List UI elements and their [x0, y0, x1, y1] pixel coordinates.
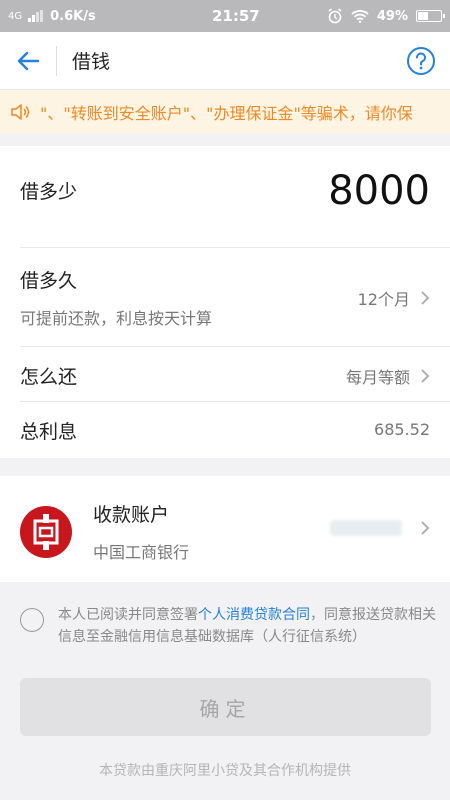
account-info: 收款账户 中国工商银行 — [93, 500, 189, 563]
signal-icon — [28, 10, 44, 22]
loan-contract-link[interactable]: 个人消费贷款合同 — [198, 607, 310, 623]
battery-icon — [416, 10, 445, 22]
agreement-pre: 本人已阅读并同意签署 — [58, 607, 198, 623]
nav-bar: 借钱 — [0, 32, 450, 90]
loan-amount[interactable]: 8000 — [328, 168, 430, 214]
back-arrow-icon — [17, 51, 39, 70]
status-bar: 4G 0.6K/s 21:57 49% — [0, 0, 450, 32]
confirm-button[interactable]: 确定 — [20, 678, 431, 736]
repay-label: 怎么还 — [20, 366, 78, 388]
chevron-right-icon — [421, 521, 430, 535]
provider-footer: 本贷款由重庆阿里小贷及其合作机构提供 — [99, 763, 351, 779]
divider — [20, 401, 450, 402]
notice-text: "、"转账到安全账户"、"办理保证金"等骗术，请你保 — [40, 104, 413, 123]
term-selector[interactable]: 12个月 — [358, 286, 430, 310]
page-title: 借钱 — [72, 51, 111, 73]
help-button[interactable] — [392, 32, 450, 90]
divider — [20, 247, 450, 248]
masked-account-number — [330, 520, 402, 536]
network-speed: 0.6K/s — [50, 8, 96, 24]
icbc-logo-icon — [20, 506, 72, 558]
interest-label: 总利息 — [20, 421, 78, 443]
fraud-notice-banner[interactable]: "、"转账到安全账户"、"办理保证金"等骗术，请你保 — [0, 90, 450, 134]
agreement-text: 本人已阅读并同意签署个人消费贷款合同，同意报送贷款相关信息至金融信用信息基础数据… — [58, 604, 438, 648]
alarm-icon — [328, 8, 342, 24]
chevron-right-icon — [421, 369, 430, 383]
speaker-icon — [0, 103, 40, 121]
bank-name: 中国工商银行 — [93, 543, 190, 562]
amount-label: 借多少 — [20, 181, 78, 203]
back-button[interactable] — [0, 32, 56, 90]
repay-selector[interactable]: 每月等额 — [346, 364, 430, 388]
agreement-checkbox[interactable] — [20, 608, 44, 632]
repay-value: 每月等额 — [345, 368, 410, 387]
chevron-right-icon — [421, 291, 430, 305]
battery-percent: 49% — [376, 8, 408, 24]
divider — [20, 346, 450, 347]
interest-value-wrap: 685.52 — [374, 420, 430, 439]
account-label: 收款账户 — [93, 504, 170, 526]
interest-value: 685.52 — [374, 420, 430, 439]
term-value: 12个月 — [357, 290, 410, 309]
account-chevron[interactable] — [420, 520, 430, 536]
clock: 21:57 — [212, 7, 260, 25]
wifi-icon — [351, 10, 369, 23]
network-type: 4G — [8, 10, 23, 22]
help-icon — [407, 46, 435, 75]
